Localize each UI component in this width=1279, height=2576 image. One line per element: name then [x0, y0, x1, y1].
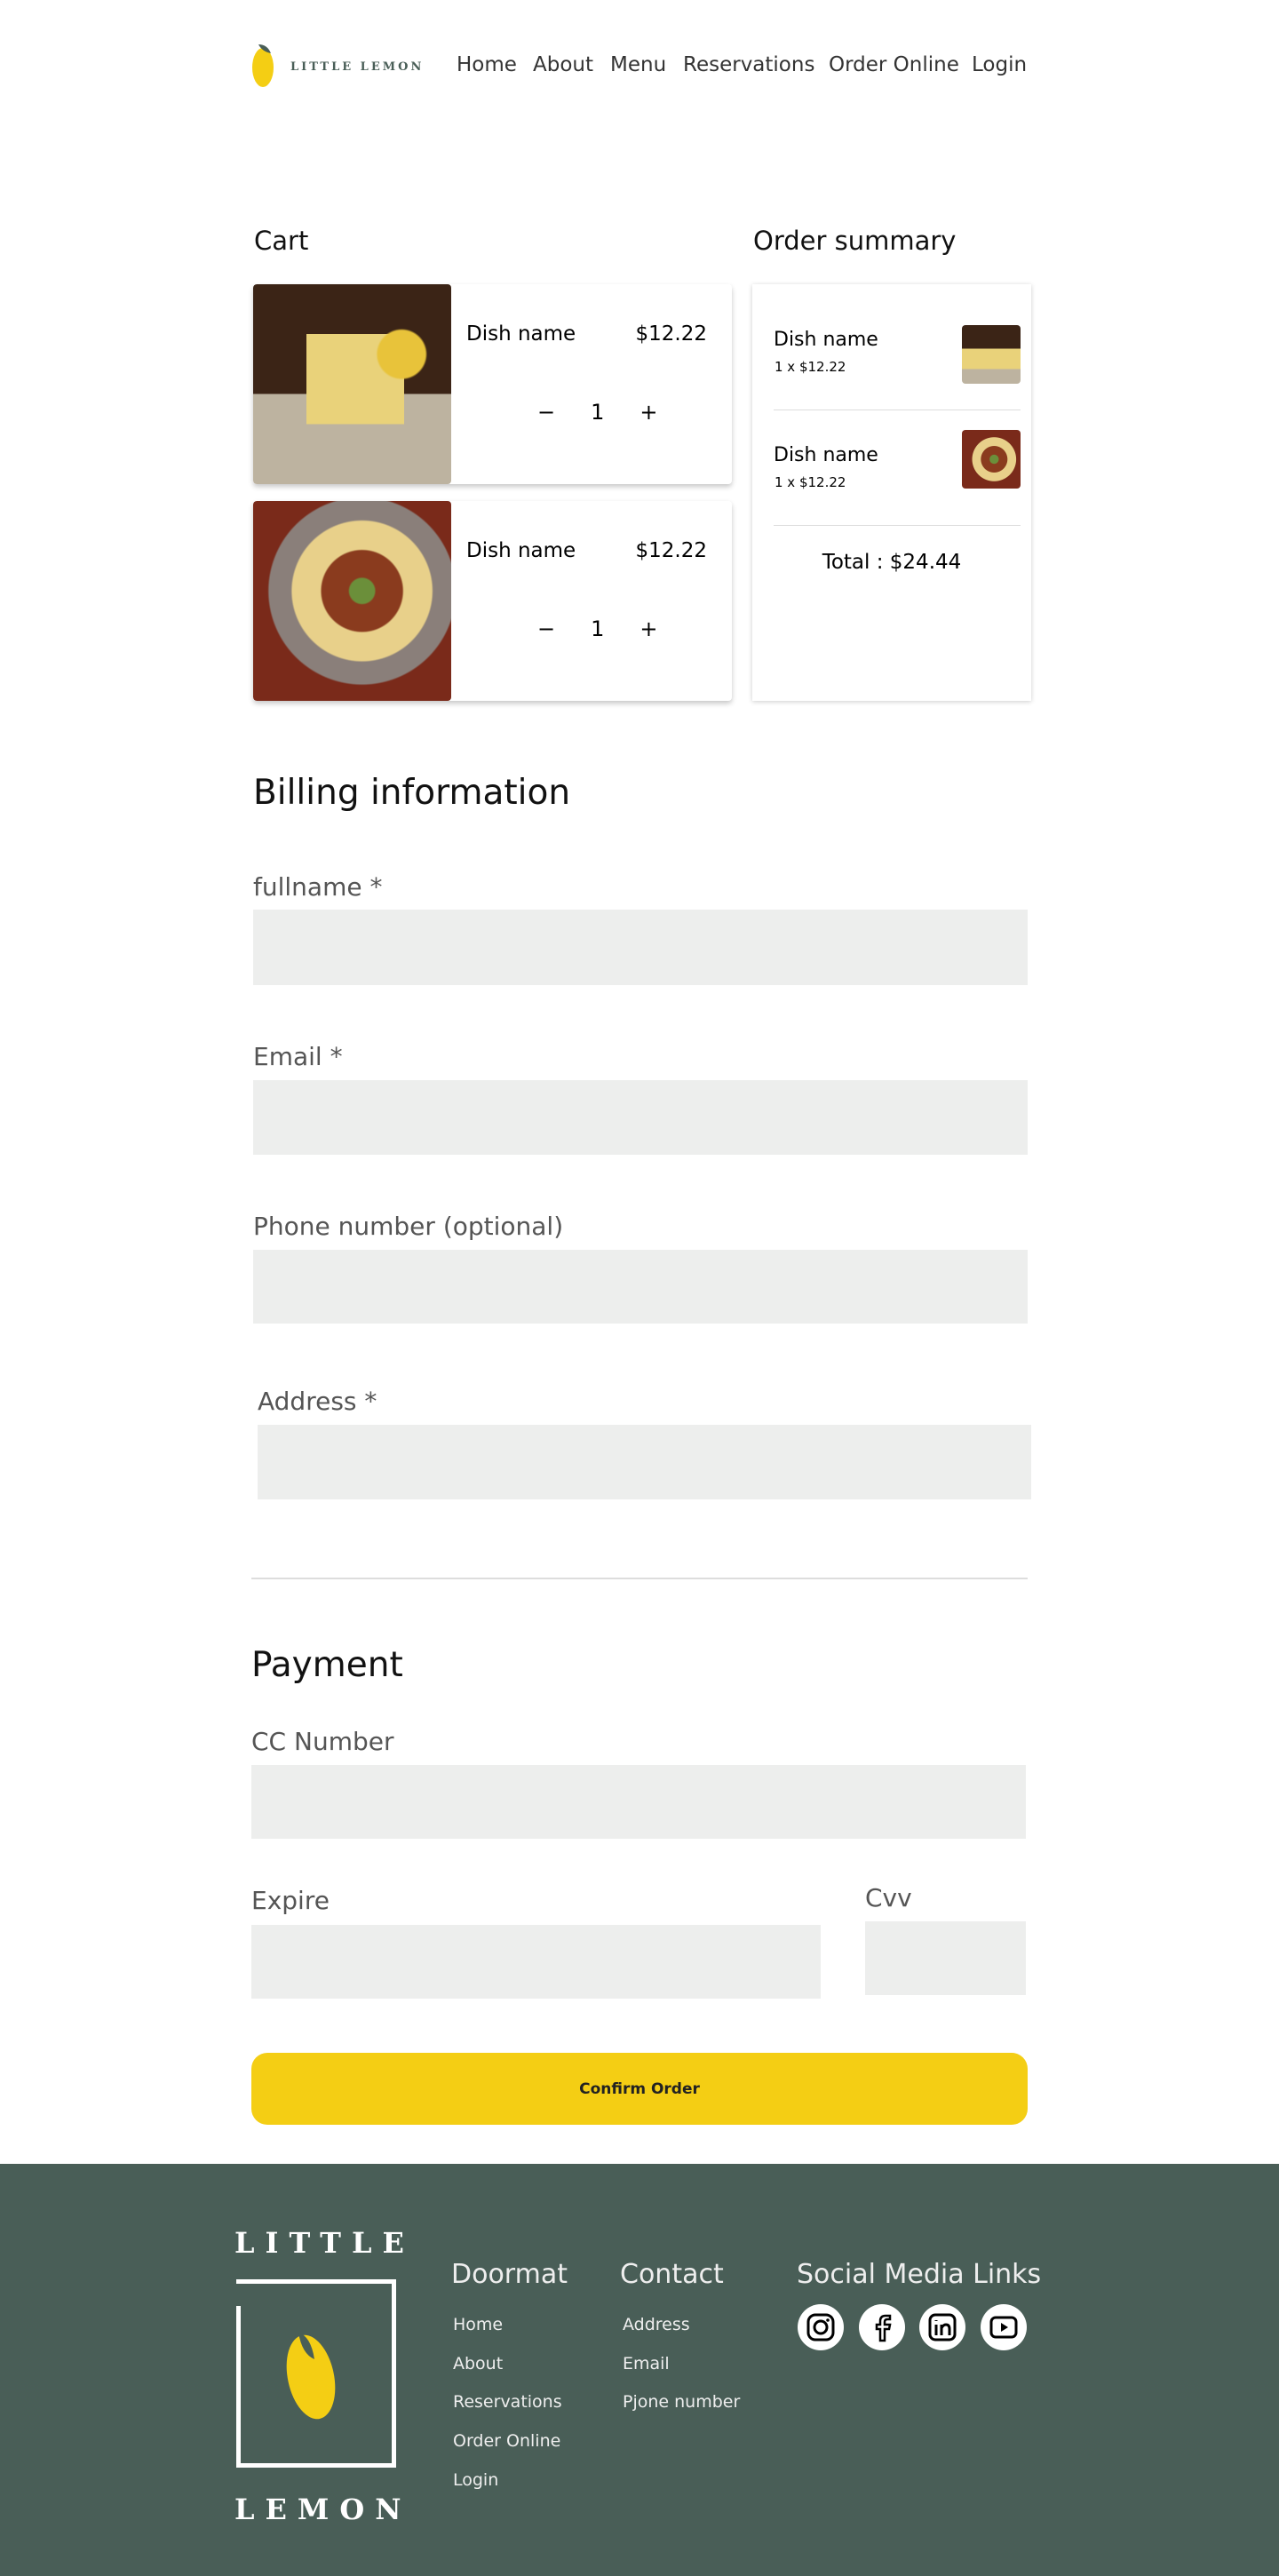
facebook-icon[interactable]: [859, 2304, 905, 2350]
billing-title: Billing information: [253, 773, 571, 813]
quantity-stepper: − 1 +: [537, 400, 658, 425]
summary-dish-name: Dish name: [774, 329, 878, 351]
dish-price: $12.22: [635, 539, 707, 562]
decrease-button[interactable]: −: [537, 616, 555, 641]
cart-title: Cart: [254, 226, 309, 256]
nav-reservations[interactable]: Reservations: [683, 53, 814, 76]
order-summary: Dish name 1 x $12.22 Dish name 1 x $12.2…: [752, 284, 1031, 701]
contact-email[interactable]: Email: [623, 2354, 670, 2373]
summary-item: Dish name 1 x $12.22: [774, 295, 1021, 410]
nav-home[interactable]: Home: [457, 53, 517, 76]
cc-number-label: CC Number: [251, 1727, 394, 1756]
contact-title: Contact: [620, 2259, 724, 2290]
payment-title: Payment: [251, 1645, 403, 1685]
cvv-label: Cvv: [865, 1883, 912, 1912]
logo-text: LITTLE LEMON: [290, 60, 425, 74]
dish-name: Dish name: [466, 539, 576, 562]
footer-link-about[interactable]: About: [453, 2354, 503, 2373]
dish-name: Dish name: [466, 322, 576, 346]
footer-logo-top: LITTLE: [234, 2226, 415, 2260]
phone-input[interactable]: [253, 1250, 1028, 1324]
dish-price: $12.22: [635, 322, 707, 346]
linkedin-icon[interactable]: [919, 2304, 965, 2350]
contact-address[interactable]: Address: [623, 2315, 690, 2334]
dish-image-spaghetti: [253, 501, 451, 701]
logo[interactable]: LITTLE LEMON: [250, 41, 436, 91]
cc-number-input[interactable]: [251, 1765, 1026, 1839]
increase-button[interactable]: +: [640, 400, 657, 425]
fullname-input[interactable]: [253, 910, 1028, 985]
summary-dish-line: 1 x $12.22: [775, 359, 846, 375]
doormat-title: Doormat: [451, 2259, 568, 2290]
footer-logo-bottom: LEMON: [234, 2493, 412, 2526]
quantity-value: 1: [591, 616, 605, 641]
expire-input[interactable]: [251, 1925, 821, 1999]
confirm-order-button[interactable]: Confirm Order: [251, 2053, 1028, 2125]
lemon-icon: [252, 44, 274, 87]
footer-logo[interactable]: LITTLE LEMON: [234, 2226, 415, 2528]
phone-label: Phone number (optional): [253, 1212, 564, 1241]
cart-item: Dish name $12.22 − 1 +: [253, 284, 732, 484]
cvv-input[interactable]: [865, 1921, 1026, 1995]
contact-phone[interactable]: Pjone number: [623, 2392, 740, 2412]
dish-image-lemon-cake: [253, 284, 451, 484]
email-input[interactable]: [253, 1080, 1028, 1155]
order-summary-title: Order summary: [753, 226, 957, 256]
quantity-value: 1: [591, 400, 605, 425]
decrease-button[interactable]: −: [537, 400, 555, 425]
expire-label: Expire: [251, 1886, 330, 1915]
nav-login[interactable]: Login: [972, 53, 1027, 76]
nav-order-online[interactable]: Order Online: [829, 53, 959, 76]
summary-thumb-lemon-cake: [962, 325, 1021, 384]
footer-link-order-online[interactable]: Order Online: [453, 2431, 560, 2451]
instagram-icon[interactable]: [798, 2304, 844, 2350]
footer-link-reservations[interactable]: Reservations: [453, 2392, 562, 2412]
footer-link-home[interactable]: Home: [453, 2315, 503, 2334]
nav-menu[interactable]: Menu: [610, 53, 666, 76]
youtube-icon[interactable]: [981, 2304, 1027, 2350]
address-label: Address *: [258, 1387, 377, 1416]
footer-link-login[interactable]: Login: [453, 2470, 498, 2490]
summary-thumb-spaghetti: [962, 430, 1021, 489]
summary-dish-line: 1 x $12.22: [775, 474, 846, 490]
quantity-stepper: − 1 +: [537, 616, 658, 641]
nav-about[interactable]: About: [533, 53, 593, 76]
address-input[interactable]: [258, 1425, 1031, 1499]
summary-dish-name: Dish name: [774, 444, 878, 466]
increase-button[interactable]: +: [640, 616, 657, 641]
summary-item: Dish name 1 x $12.22: [774, 410, 1021, 526]
cart-item: Dish name $12.22 − 1 +: [253, 501, 732, 701]
email-label: Email *: [253, 1042, 343, 1071]
lemon-icon: [286, 2333, 336, 2420]
order-total: Total : $24.44: [822, 551, 962, 574]
divider: [251, 1578, 1028, 1579]
social-title: Social Media Links: [797, 2259, 1042, 2290]
fullname-label: fullname *: [253, 872, 383, 902]
